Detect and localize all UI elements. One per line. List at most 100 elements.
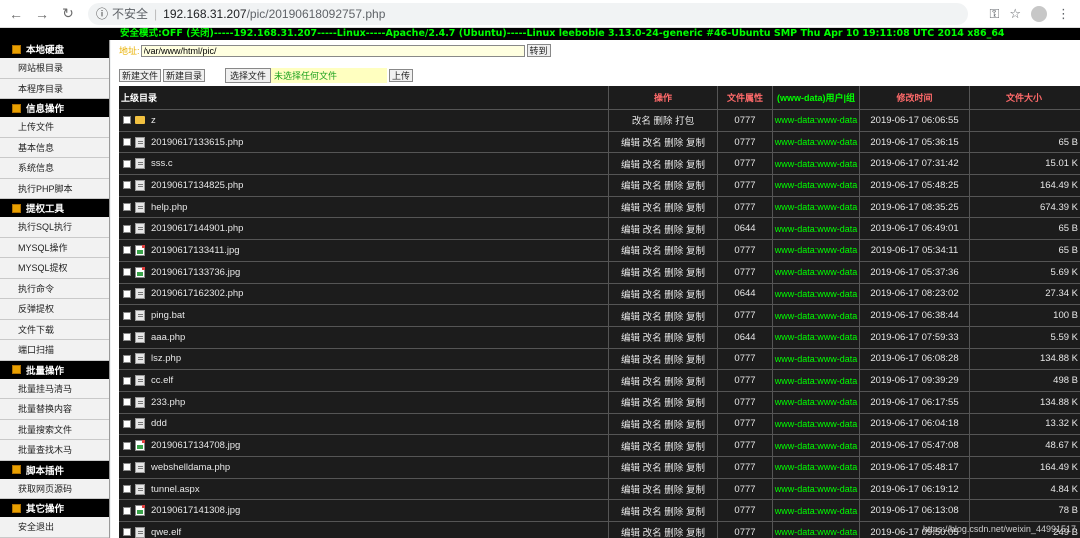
sidebar-item[interactable]: 获取网页源码	[0, 478, 109, 499]
star-icon[interactable]: ☆	[1009, 6, 1021, 22]
file-actions[interactable]: 编辑 改名 删除 复制	[609, 500, 718, 522]
sidebar-item[interactable]: 本程序目录	[0, 78, 109, 99]
file-perm[interactable]: 0777	[718, 391, 773, 413]
file-actions[interactable]: 编辑 改名 删除 复制	[609, 153, 718, 175]
row-checkbox[interactable]	[123, 268, 131, 277]
sidebar-item[interactable]: 上传文件	[0, 117, 109, 138]
row-checkbox[interactable]	[123, 159, 131, 168]
file-name-link[interactable]: 20190617133411.jpg	[151, 245, 240, 256]
file-actions[interactable]: 编辑 改名 删除 复制	[609, 478, 718, 500]
file-mtime[interactable]: 2019-06-17 07:59:33	[860, 326, 970, 348]
row-checkbox[interactable]	[123, 138, 131, 147]
sidebar-item[interactable]: 系统信息	[0, 158, 109, 179]
file-name-link[interactable]: cc.elf	[151, 375, 173, 386]
file-mtime[interactable]: 2019-06-17 06:49:01	[860, 218, 970, 240]
back-icon[interactable]: ←	[6, 4, 26, 24]
file-perm[interactable]: 0777	[718, 457, 773, 478]
file-actions[interactable]: 编辑 改名 删除 复制	[609, 283, 718, 305]
upload-button[interactable]: 上传	[389, 69, 414, 82]
file-mtime[interactable]: 2019-06-17 05:48:17	[860, 457, 970, 478]
row-checkbox[interactable]	[123, 354, 131, 363]
file-name-link[interactable]: 20190617133736.jpg	[151, 267, 240, 278]
row-checkbox[interactable]	[123, 419, 131, 428]
row-checkbox[interactable]	[123, 398, 131, 407]
file-mtime[interactable]: 2019-06-17 06:13:08	[860, 500, 970, 522]
key-icon[interactable]: ⚿	[989, 6, 999, 22]
file-actions[interactable]: 编辑 改名 删除 复制	[609, 196, 718, 218]
file-name-link[interactable]: 20190617144901.php	[151, 223, 243, 234]
file-perm[interactable]: 0644	[718, 218, 773, 240]
header-parent-dir[interactable]: 上级目录	[119, 86, 609, 109]
file-perm[interactable]: 0777	[718, 240, 773, 261]
sidebar-item[interactable]: 文件下载	[0, 319, 109, 340]
file-mtime[interactable]: 2019-06-17 05:36:15	[860, 131, 970, 153]
file-mtime[interactable]: 2019-06-17 07:31:42	[860, 153, 970, 175]
row-checkbox[interactable]	[123, 203, 131, 212]
new-dir-button[interactable]: 新建目录	[163, 69, 206, 82]
file-perm[interactable]: 0777	[718, 522, 773, 538]
choose-file-button[interactable]: 选择文件	[225, 68, 272, 83]
sidebar-item[interactable]: 安全退出	[0, 517, 109, 538]
file-perm[interactable]: 0644	[718, 283, 773, 305]
sidebar-item[interactable]: 网站根目录	[0, 58, 109, 79]
row-checkbox[interactable]	[123, 181, 131, 190]
row-checkbox[interactable]	[123, 116, 131, 125]
file-mtime[interactable]: 2019-06-17 06:38:44	[860, 305, 970, 326]
file-actions[interactable]: 改名 删除 打包	[609, 110, 718, 131]
file-perm[interactable]: 0777	[718, 435, 773, 456]
file-name-link[interactable]: z	[151, 115, 156, 126]
file-mtime[interactable]: 2019-06-17 06:04:18	[860, 413, 970, 435]
reload-icon[interactable]: ↻	[58, 4, 78, 24]
sidebar-item[interactable]: 批量挂马清马	[0, 378, 109, 399]
file-actions[interactable]: 编辑 改名 删除 复制	[609, 261, 718, 283]
path-input[interactable]	[140, 44, 525, 57]
file-actions[interactable]: 编辑 改名 删除 复制	[609, 413, 718, 435]
row-checkbox[interactable]	[123, 224, 131, 233]
sidebar-item[interactable]: MYSQL提权	[0, 258, 109, 279]
file-actions[interactable]: 编辑 改名 删除 复制	[609, 348, 718, 370]
row-checkbox[interactable]	[123, 528, 131, 537]
file-actions[interactable]: 编辑 改名 删除 复制	[609, 218, 718, 240]
file-name-link[interactable]: 233.php	[151, 397, 185, 408]
row-checkbox[interactable]	[123, 289, 131, 298]
file-actions[interactable]: 编辑 改名 删除 复制	[609, 435, 718, 456]
row-checkbox[interactable]	[123, 463, 131, 472]
file-actions[interactable]: 编辑 改名 删除 复制	[609, 175, 718, 196]
row-checkbox[interactable]	[123, 376, 131, 385]
file-mtime[interactable]: 2019-06-17 06:17:55	[860, 391, 970, 413]
file-mtime[interactable]: 2019-06-17 06:08:28	[860, 348, 970, 370]
row-checkbox[interactable]	[123, 311, 131, 320]
sidebar-item[interactable]: 批量查找木马	[0, 440, 109, 461]
file-perm[interactable]: 0777	[718, 348, 773, 370]
file-perm[interactable]: 0644	[718, 326, 773, 348]
sidebar-item[interactable]: 反弹提权	[0, 299, 109, 320]
file-perm[interactable]: 0777	[718, 478, 773, 500]
row-checkbox[interactable]	[123, 506, 131, 515]
row-checkbox[interactable]	[123, 441, 131, 450]
file-name-link[interactable]: ping.bat	[151, 310, 185, 321]
sidebar-item[interactable]: 基本信息	[0, 137, 109, 158]
address-bar[interactable]: ⓘ 不安全 | 192.168.31.207 /pic/201906180927…	[88, 2, 968, 25]
file-perm[interactable]: 0777	[718, 131, 773, 153]
menu-icon[interactable]: ⋮	[1057, 6, 1070, 22]
file-name-link[interactable]: lsz.php	[151, 353, 181, 364]
file-perm[interactable]: 0777	[718, 370, 773, 391]
file-actions[interactable]: 编辑 改名 删除 复制	[609, 457, 718, 478]
file-mtime[interactable]: 2019-06-17 05:47:08	[860, 435, 970, 456]
file-actions[interactable]: 编辑 改名 删除 复制	[609, 131, 718, 153]
sidebar-item[interactable]: 批量替换内容	[0, 399, 109, 420]
file-name-link[interactable]: 20190617134708.jpg	[151, 440, 240, 451]
file-name-link[interactable]: qwe.elf	[151, 527, 181, 538]
file-mtime[interactable]: 2019-06-17 06:06:55	[860, 110, 970, 131]
file-perm[interactable]: 0777	[718, 153, 773, 175]
file-name-link[interactable]: 20190617162302.php	[151, 288, 243, 299]
sidebar-item[interactable]: 执行命令	[0, 278, 109, 299]
file-mtime[interactable]: 2019-06-17 08:23:02	[860, 283, 970, 305]
file-mtime[interactable]: 2019-06-17 05:37:36	[860, 261, 970, 283]
file-perm[interactable]: 0777	[718, 413, 773, 435]
file-name-link[interactable]: sss.c	[151, 158, 173, 169]
row-checkbox[interactable]	[123, 246, 131, 255]
file-perm[interactable]: 0777	[718, 305, 773, 326]
avatar[interactable]	[1031, 5, 1047, 22]
file-name-link[interactable]: 20190617133615.php	[151, 137, 243, 148]
